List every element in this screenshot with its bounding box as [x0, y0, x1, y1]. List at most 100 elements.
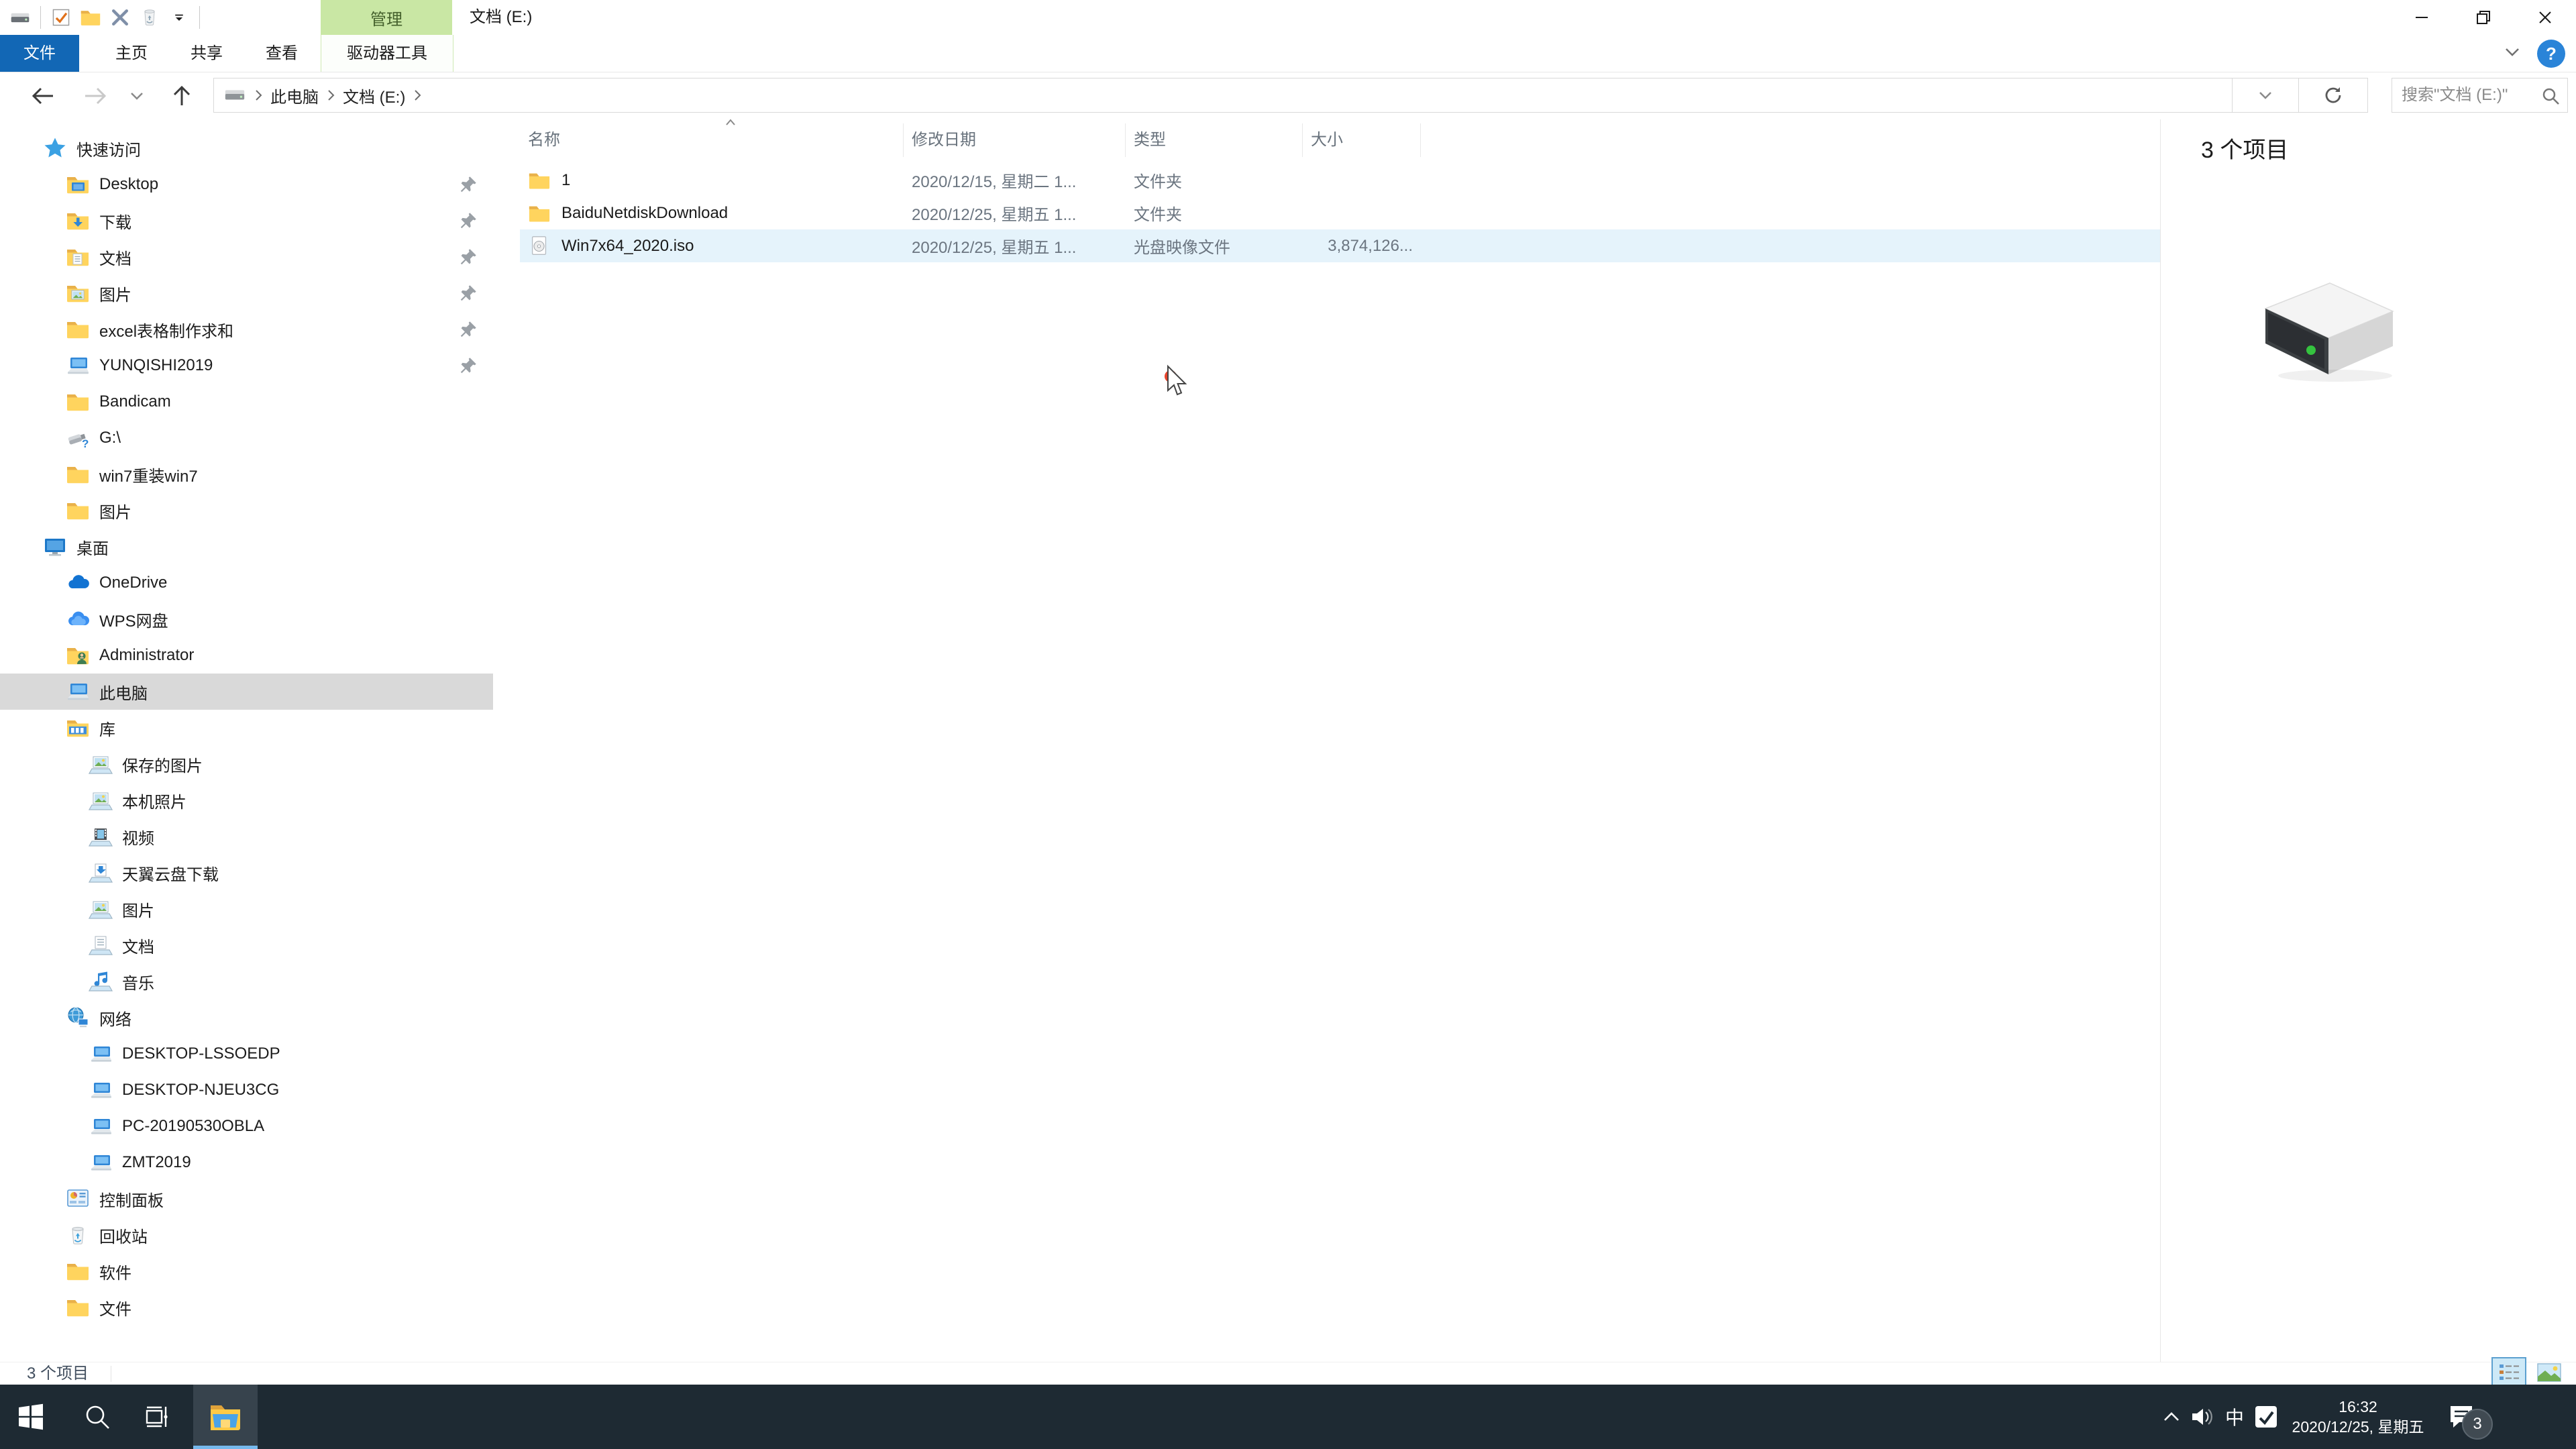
- file-row[interactable]: BaiduNetdiskDownload 2020/12/25, 星期五 1...…: [520, 197, 2160, 229]
- column-header-name[interactable]: 名称: [520, 123, 904, 157]
- sidebar-item-label: 文档: [99, 250, 131, 268]
- sidebar-item-administrator[interactable]: Administrator: [0, 637, 493, 674]
- ribbon-tab-row: 文件 主页 共享 查看 驱动器工具 ?: [0, 35, 2576, 72]
- sidebar-item-desktop-root[interactable]: 桌面: [0, 529, 493, 565]
- sidebar-item-this-pc[interactable]: 此电脑: [0, 674, 493, 710]
- tray-show-hidden-icons-button[interactable]: [2157, 1385, 2186, 1449]
- sidebar-item-videos[interactable]: 视频: [0, 818, 493, 855]
- tray-clock[interactable]: 16:32 2020/12/25, 星期五: [2284, 1385, 2432, 1449]
- sidebar-item-tianyi-download[interactable]: 天翼云盘下载: [0, 855, 493, 891]
- file-row[interactable]: 1 2020/12/15, 星期二 1... 文件夹: [520, 164, 2160, 197]
- column-header-size[interactable]: 大小: [1303, 123, 1421, 157]
- tab-drive-tools[interactable]: 驱动器工具: [321, 35, 453, 72]
- sidebar-item-quick-access[interactable]: 快速访问: [0, 130, 493, 166]
- back-button[interactable]: [25, 78, 60, 113]
- start-button[interactable]: [0, 1385, 62, 1449]
- sidebar-item-desktop-njeu3cg[interactable]: DESKTOP-NJEU3CG: [0, 1072, 493, 1108]
- sidebar-item-pc-20190530obla[interactable]: PC-20190530OBLA: [0, 1108, 493, 1144]
- minimize-icon: [2416, 17, 2428, 18]
- taskbar-search-button[interactable]: [66, 1385, 128, 1449]
- qat-dropdown-button[interactable]: [164, 3, 194, 32]
- search-icon[interactable]: [2540, 86, 2561, 109]
- sidebar-item-libraries[interactable]: 库: [0, 710, 493, 746]
- preview-item-count: 3 个项目: [2201, 138, 2289, 163]
- sidebar-item-lib-pictures[interactable]: 图片: [0, 891, 493, 927]
- sidebar-item-excel-folder[interactable]: excel表格制作求和: [0, 311, 493, 347]
- sidebar-item-documents[interactable]: 文档: [0, 239, 493, 275]
- refresh-button[interactable]: [2298, 78, 2368, 113]
- sidebar-item-downloads[interactable]: 下载: [0, 203, 493, 239]
- pin-icon: [458, 247, 478, 272]
- column-header-date[interactable]: 修改日期: [904, 123, 1126, 157]
- sidebar-item-saved-pictures[interactable]: 保存的图片: [0, 746, 493, 782]
- folder-icon: [528, 202, 551, 225]
- tray-volume-button[interactable]: [2186, 1385, 2220, 1449]
- sidebar-item-pictures[interactable]: 图片: [0, 275, 493, 311]
- sidebar-item-onedrive[interactable]: OneDrive: [0, 565, 493, 601]
- sidebar-item-label: DESKTOP-NJEU3CG: [122, 1081, 280, 1099]
- sidebar-item-win7-folder[interactable]: win7重装win7: [0, 456, 493, 492]
- ribbon-expand-button[interactable]: [2501, 43, 2524, 64]
- tray-notification-button[interactable]: 3: [2435, 1385, 2493, 1449]
- sidebar-item-recycle-bin[interactable]: 回收站: [0, 1217, 493, 1253]
- qat-drive-small-button[interactable]: [5, 3, 35, 32]
- minimize-button[interactable]: [2391, 0, 2453, 35]
- sidebar-item-files[interactable]: 文件: [0, 1289, 493, 1326]
- restore-button[interactable]: [2453, 0, 2514, 35]
- delete-icon: [109, 7, 131, 28]
- sidebar-item-g-drive[interactable]: ? G:\: [0, 420, 493, 456]
- sidebar-item-lib-documents[interactable]: 文档: [0, 927, 493, 963]
- details-view-button[interactable]: [2491, 1357, 2526, 1388]
- sidebar-item-zmt2019[interactable]: ZMT2019: [0, 1144, 493, 1181]
- sidebar-item-label: 软件: [99, 1264, 131, 1283]
- taskbar-file-explorer-button[interactable]: [193, 1385, 258, 1449]
- qat-delete-button[interactable]: [105, 3, 135, 32]
- column-header-type[interactable]: 类型: [1126, 123, 1303, 157]
- tray-ime-indicator[interactable]: 中: [2220, 1385, 2249, 1449]
- tab-home[interactable]: 主页: [94, 35, 169, 72]
- file-row[interactable]: Win7x64_2020.iso 2020/12/25, 星期五 1... 光盘映像…: [520, 229, 2160, 262]
- sidebar-item-label: 文档: [122, 938, 154, 957]
- sidebar-item-label: 快速访问: [76, 141, 141, 160]
- sidebar-item-network[interactable]: 网络: [0, 1000, 493, 1036]
- sidebar-item-software[interactable]: 软件: [0, 1253, 493, 1289]
- up-button[interactable]: [164, 78, 199, 113]
- sidebar-item-label: 图片: [99, 503, 131, 522]
- sidebar-item-pictures2[interactable]: 图片: [0, 492, 493, 529]
- sidebar-item-bandicam[interactable]: Bandicam: [0, 384, 493, 420]
- close-button[interactable]: [2514, 0, 2576, 35]
- forward-button[interactable]: [78, 78, 113, 113]
- help-button[interactable]: ?: [2537, 40, 2565, 68]
- sidebar-item-yunqishi2019[interactable]: YUNQISHI2019: [0, 347, 493, 384]
- sidebar-item-control-panel[interactable]: 控制面板: [0, 1181, 493, 1217]
- context-tab-group-manage[interactable]: 管理: [321, 0, 452, 35]
- sidebar-item-label: G:\: [99, 429, 121, 447]
- tray-app-icon[interactable]: [2249, 1385, 2283, 1449]
- column-headers: 名称 修改日期 类型 大小: [520, 123, 1421, 157]
- sidebar-item-desktop-lssoedp[interactable]: DESKTOP-LSSOEDP: [0, 1036, 493, 1072]
- file-type: 文件夹: [1134, 173, 1182, 191]
- sidebar-item-music[interactable]: 音乐: [0, 963, 493, 1000]
- library-icon: [66, 716, 90, 740]
- qat-recycle-small-button[interactable]: [135, 3, 164, 32]
- tab-view[interactable]: 查看: [244, 35, 319, 72]
- sidebar-item-desktop-folder[interactable]: Desktop: [0, 166, 493, 203]
- qat-folder-button[interactable]: [76, 3, 105, 32]
- svg-text:?: ?: [82, 437, 89, 450]
- lib-documents-icon: [89, 933, 113, 957]
- tab-share[interactable]: 共享: [169, 35, 244, 72]
- breadcrumb-item-this-pc[interactable]: 此电脑: [265, 84, 324, 107]
- address-dropdown-button[interactable]: [2232, 78, 2299, 113]
- wps-cloud-icon: [66, 607, 90, 631]
- sidebar-item-wps-cloud[interactable]: WPS网盘: [0, 601, 493, 637]
- thumbnail-view-button[interactable]: [2532, 1357, 2567, 1388]
- refresh-icon: [2325, 87, 2341, 103]
- recent-locations-button[interactable]: [123, 78, 150, 113]
- breadcrumb-item-docs-e[interactable]: 文档 (E:): [337, 84, 411, 107]
- sidebar-item-camera-roll[interactable]: 本机照片: [0, 782, 493, 818]
- tab-file[interactable]: 文件: [0, 35, 79, 72]
- address-bar[interactable]: 此电脑 文档 (E:): [213, 78, 2233, 113]
- network-pc-icon: [89, 1114, 113, 1138]
- task-view-button[interactable]: [125, 1385, 187, 1449]
- qat-checkbox-button[interactable]: [46, 3, 76, 32]
